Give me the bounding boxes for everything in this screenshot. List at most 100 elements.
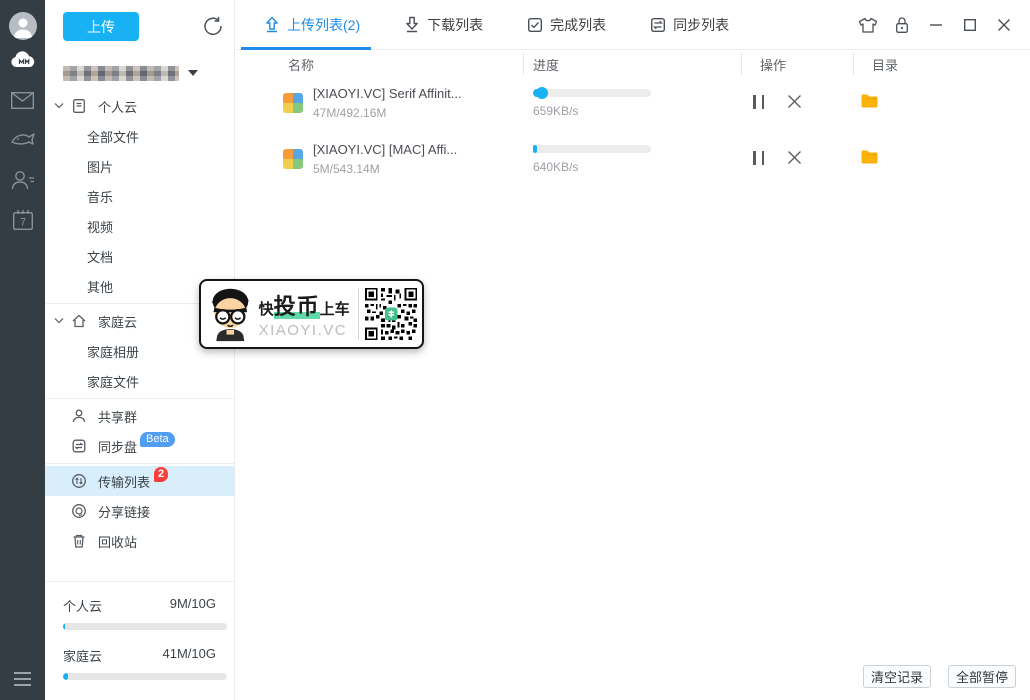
chevron-down-icon [54, 318, 64, 324]
file-type-icon [283, 149, 303, 169]
transfer-speed: 640KB/s [533, 160, 579, 174]
maximize-button[interactable] [960, 15, 980, 35]
refresh-icon[interactable] [202, 15, 224, 37]
quota-personal: 个人云 9M/10G [63, 596, 227, 630]
divider [45, 398, 234, 399]
trash-icon [73, 534, 85, 548]
divider [45, 463, 234, 464]
watermark-text: 快投币上车 XIAOYI.VC [258, 294, 350, 339]
divider [853, 53, 854, 75]
tab-download-list[interactable]: 下载列表 [404, 15, 483, 35]
home-icon [72, 314, 86, 328]
tab-bar: 上传列表(2) 下载列表 完成列表 同步列表 [236, 0, 1030, 50]
cancel-button[interactable] [787, 150, 802, 170]
transfer-count-badge: 2 [154, 466, 169, 482]
tab-upload-list[interactable]: 上传列表(2) [264, 15, 360, 35]
transfer-icon [72, 474, 86, 488]
quota-bar [63, 673, 227, 680]
tab-completed-list[interactable]: 完成列表 [527, 15, 606, 35]
lock-icon[interactable] [892, 15, 912, 35]
file-size: 5M/543.14M [313, 162, 380, 176]
share-link-icon [72, 504, 86, 518]
progress-bar [533, 145, 651, 153]
pause-all-button[interactable]: 全部暂停 [947, 665, 1016, 688]
sync-disk-icon [72, 439, 86, 453]
check-box-icon [528, 17, 543, 32]
main-panel: 上传列表(2) 下载列表 完成列表 同步列表 名称 进度 操作 目录 [XIAO… [199, 0, 1030, 700]
progress-knob [536, 87, 549, 99]
window-controls [858, 0, 1030, 50]
sync-icon [651, 17, 666, 32]
contacts-icon[interactable] [0, 170, 45, 190]
quota-value: 41M/10G [162, 646, 216, 661]
sidebar-item-label: 个人云 [98, 99, 138, 115]
divider [523, 53, 524, 75]
chevron-down-icon [188, 70, 198, 76]
censored-username [63, 65, 179, 81]
progress-bar [533, 87, 651, 99]
cancel-button[interactable] [787, 94, 802, 114]
quota-label: 个人云 [63, 599, 103, 614]
group-icon [72, 409, 86, 423]
app-window: 7 上传 个人云 全部文件 图片 音乐 视频 文档 其他 家庭云 家庭相册 家庭… [0, 0, 1030, 700]
sidebar-item-share-links[interactable]: 分享链接 [45, 496, 234, 526]
skin-theme-icon[interactable] [858, 15, 878, 35]
quota-value: 9M/10G [169, 596, 216, 611]
sidebar-item-all-files[interactable]: 全部文件 [45, 121, 234, 151]
sidebar-item-music[interactable]: 音乐 [45, 181, 234, 211]
chevron-down-icon [54, 103, 64, 109]
divider [357, 288, 359, 340]
table-row[interactable]: [XIAOYI.VC] Serif Affinit... 47M/492.16M… [236, 78, 1030, 134]
sidebar-item-video[interactable]: 视频 [45, 211, 234, 241]
minimize-button[interactable] [926, 15, 946, 35]
user-avatar[interactable] [9, 12, 37, 40]
tab-sync-list[interactable]: 同步列表 [650, 15, 729, 35]
qr-code [364, 287, 417, 341]
sidebar-item-docs[interactable]: 文档 [45, 241, 234, 271]
sidebar-item-family-files[interactable]: 家庭文件 [45, 366, 234, 396]
fish-icon[interactable] [0, 130, 45, 148]
quota-label: 家庭云 [63, 649, 103, 664]
column-directory: 目录 [872, 57, 899, 73]
watermark-stamp: 快投币上车 XIAOYI.VC [199, 279, 424, 349]
svg-text:7: 7 [19, 217, 25, 229]
column-name: 名称 [288, 57, 315, 73]
sidebar-item-personal-cloud[interactable]: 个人云 [45, 91, 234, 121]
quota-family: 家庭云 41M/10G [63, 646, 227, 680]
mail-icon[interactable] [0, 92, 45, 109]
pause-button[interactable] [752, 95, 765, 109]
cloud-logo-icon[interactable] [0, 50, 45, 70]
menu-icon[interactable] [14, 672, 31, 686]
sidebar: 上传 个人云 全部文件 图片 音乐 视频 文档 其他 家庭云 家庭相册 家庭文件… [45, 0, 235, 700]
file-size: 47M/492.16M [313, 106, 387, 120]
footer-actions: 清空记录 全部暂停 [862, 665, 1016, 688]
sidebar-item-sync-disk[interactable]: 同步盘 Beta [45, 431, 234, 461]
column-operations: 操作 [760, 57, 787, 73]
document-icon [73, 99, 85, 113]
column-progress: 进度 [533, 57, 560, 73]
close-button[interactable] [994, 15, 1014, 35]
sidebar-item-pictures[interactable]: 图片 [45, 151, 234, 181]
divider [741, 53, 742, 75]
sidebar-item-transfer-list[interactable]: 传输列表 2 [45, 466, 234, 496]
file-type-icon [283, 93, 303, 113]
beta-badge: Beta [140, 431, 175, 447]
sidebar-item-shared-group[interactable]: 共享群 [45, 401, 234, 431]
table-row[interactable]: [XIAOYI.VC] [MAC] Affi... 5M/543.14M 640… [236, 134, 1030, 190]
person-icon [14, 18, 32, 38]
file-name: [XIAOYI.VC] [MAC] Affi... [313, 142, 458, 157]
upload-icon [266, 16, 278, 33]
cartoon-avatar [211, 288, 249, 342]
open-folder-button[interactable] [861, 94, 878, 113]
clear-records-button[interactable]: 清空记录 [862, 665, 931, 688]
calendar-7-icon[interactable]: 7 [0, 208, 45, 232]
open-folder-button[interactable] [861, 150, 878, 169]
account-selector[interactable] [63, 64, 198, 82]
pause-button[interactable] [752, 151, 765, 165]
left-rail: 7 [0, 0, 45, 700]
storage-quota: 个人云 9M/10G 家庭云 41M/10G [45, 581, 234, 700]
upload-button[interactable]: 上传 [63, 12, 139, 41]
transfer-speed: 659KB/s [533, 104, 579, 118]
file-name: [XIAOYI.VC] Serif Affinit... [313, 86, 462, 101]
sidebar-item-recycle-bin[interactable]: 回收站 [45, 526, 234, 556]
